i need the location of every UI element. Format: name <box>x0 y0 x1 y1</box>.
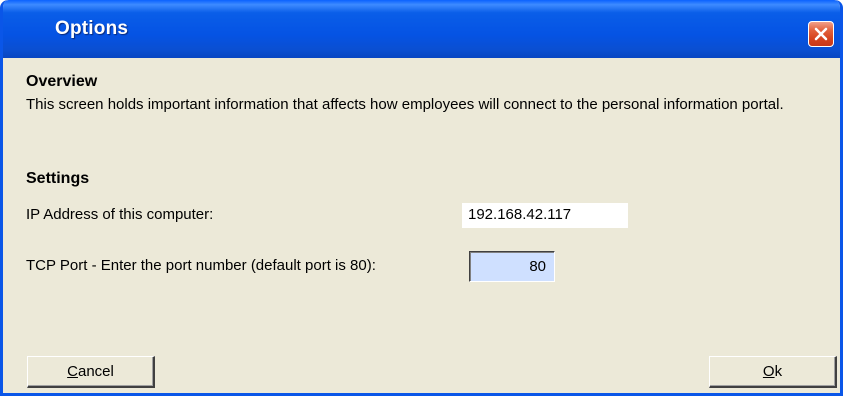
tcp-port-input[interactable] <box>469 251 555 282</box>
cancel-button[interactable]: Cancel <box>27 356 155 388</box>
overview-description: This screen holds important information … <box>26 96 784 113</box>
close-button[interactable] <box>808 21 834 47</box>
tcp-port-label: TCP Port - Enter the port number (defaul… <box>26 257 376 274</box>
title-bar[interactable]: Options <box>3 0 840 58</box>
close-icon <box>814 27 828 41</box>
cancel-mnemonic: C <box>67 363 78 380</box>
dialog-body: Overview This screen holds important inf… <box>3 58 840 393</box>
overview-heading: Overview <box>26 73 98 90</box>
ip-address-value: 192.168.42.117 <box>462 203 628 228</box>
options-dialog: Options Overview This screen holds impor… <box>0 0 843 396</box>
window-title: Options <box>55 18 129 39</box>
cancel-label-rest: ancel <box>77 363 114 380</box>
ok-label-rest: k <box>774 363 783 380</box>
ok-button[interactable]: Ok <box>709 356 837 388</box>
ip-address-label: IP Address of this computer: <box>26 206 214 223</box>
ok-mnemonic: O <box>762 363 775 380</box>
settings-heading: Settings <box>26 170 90 187</box>
